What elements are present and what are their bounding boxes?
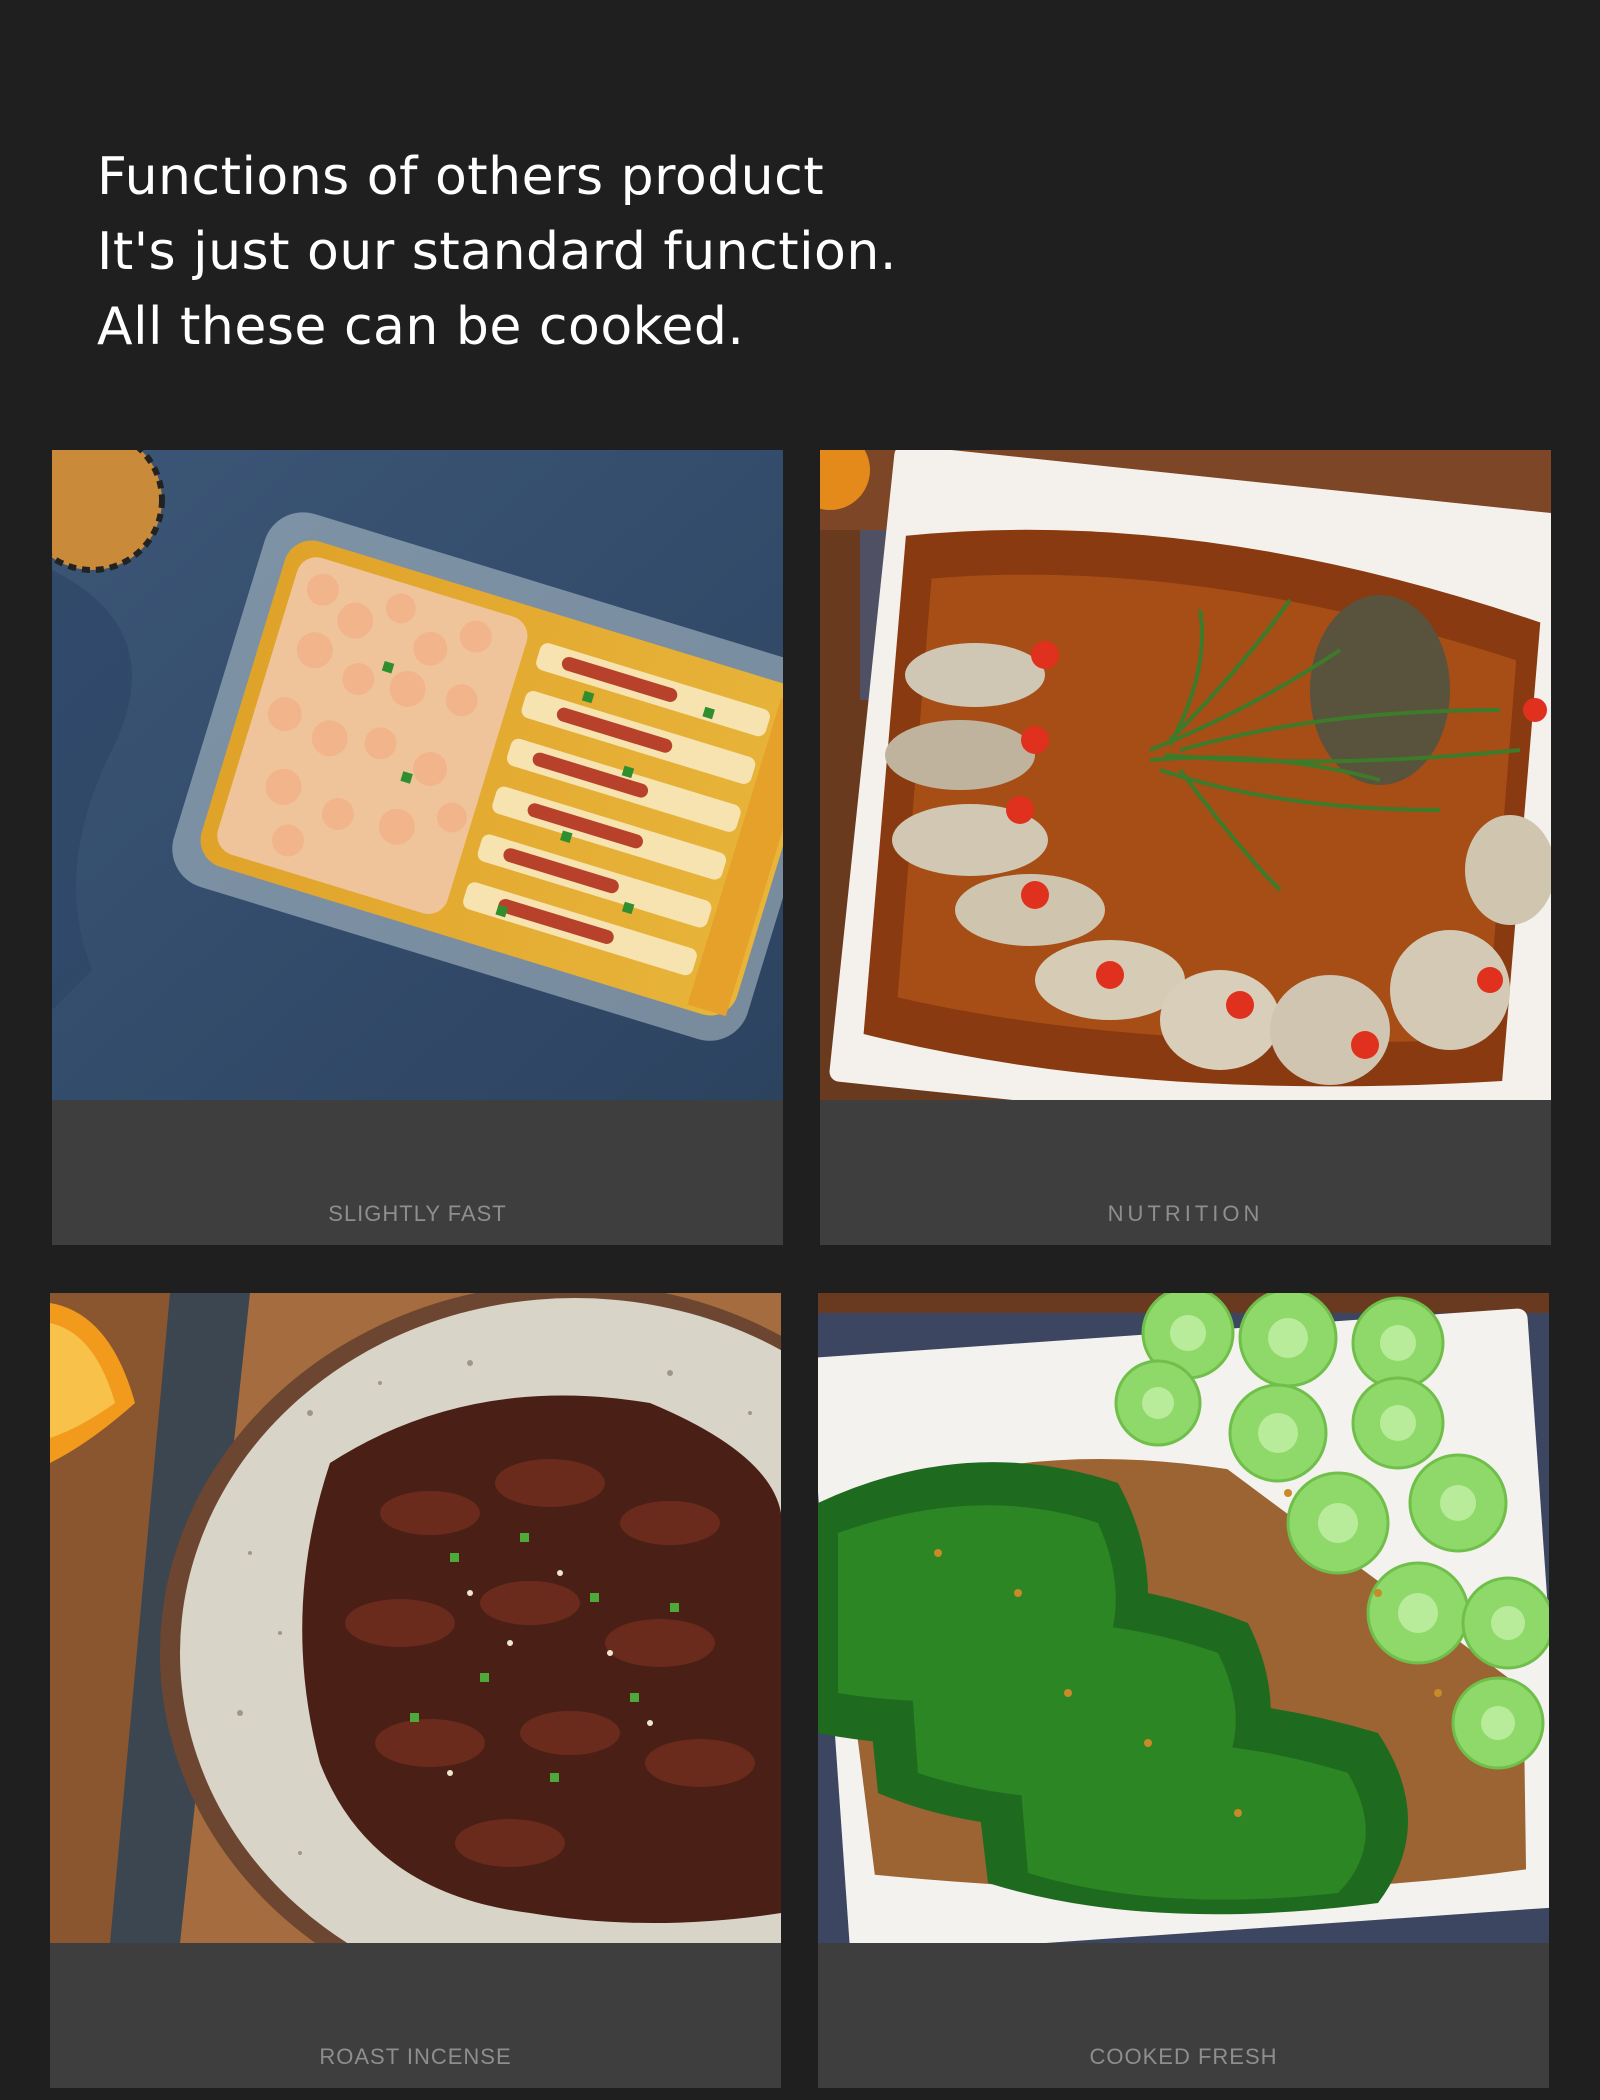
card-caption: COOKED FRESH [1089, 2044, 1278, 2069]
food-card-cooked-fresh: COOKED FRESH [818, 1293, 1549, 2088]
food-card-nutrition: NUTRITION [820, 450, 1551, 1245]
card-caption: SLIGHTLY FAST [328, 1201, 507, 1226]
steamed-fish-photo [820, 450, 1551, 1100]
card-caption: NUTRITION [1107, 1201, 1264, 1226]
steamed-shrimp-tofu-photo [52, 450, 783, 1100]
heading-line-2: It's just our standard function. [97, 222, 897, 282]
food-card-slightly-fast: SLIGHTLY FAST [52, 450, 783, 1245]
bok-choy-photo [818, 1293, 1549, 1943]
food-card-roast-incense: ROAST INCENSE [50, 1293, 781, 2088]
heading-line-3: All these can be cooked. [97, 297, 745, 357]
roast-beef-bowl-photo [50, 1293, 781, 1943]
heading-line-1: Functions of others product [97, 147, 825, 207]
page-heading: Functions of others product It's just ou… [97, 140, 897, 365]
card-caption: ROAST INCENSE [319, 2044, 512, 2069]
